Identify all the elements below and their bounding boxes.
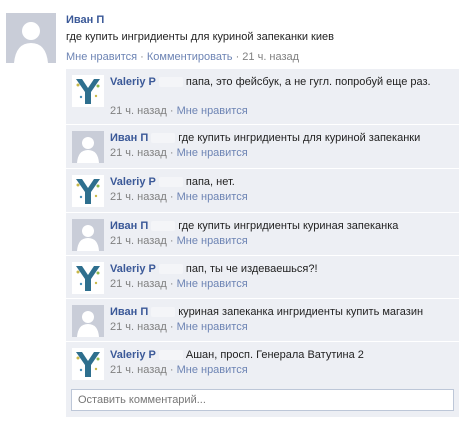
comment-meta: 21 ч. назад · Мне нравится [110, 235, 248, 247]
comment-meta: 21 ч. назад · Мне нравится [110, 278, 248, 290]
silhouette-avatar[interactable] [72, 305, 104, 337]
comment-author[interactable]: Valeriy P [110, 176, 156, 188]
meta-separator: · [137, 51, 147, 63]
comment-meta: 21 ч. назад · Мне нравится [110, 364, 248, 376]
meta-separator: · [166, 321, 177, 333]
comment-text: Ашан, просп. Генерала Ватутина 2 [185, 349, 364, 361]
comment-text: куриная запеканка ингридиенты купить маг… [178, 306, 424, 318]
tree-logo-avatar[interactable] [72, 262, 104, 294]
silhouette-avatar[interactable] [72, 131, 104, 163]
meta-separator: · [166, 235, 177, 247]
comment-author[interactable]: Valeriy P [110, 349, 156, 361]
post-text: где купить ингридиенты для куриной запек… [66, 31, 334, 43]
comment-author[interactable]: Иван П [110, 132, 148, 144]
comment-item: Valeriy P папа, нет. 21 ч. назад · Мне нр… [66, 169, 459, 213]
comment-like-link[interactable]: Мне нравится [177, 364, 248, 376]
comment-meta: 21 ч. назад · Мне нравится [110, 147, 248, 159]
comment-like-link[interactable]: Мне нравится [177, 191, 248, 203]
comment-meta: 21 ч. назад · Мне нравится [110, 105, 248, 117]
redacted-surname [151, 133, 176, 144]
tree-logo-avatar[interactable] [72, 75, 104, 107]
redacted-surname [158, 264, 183, 275]
comment-meta: 21 ч. назад · Мне нравится [110, 191, 248, 203]
meta-separator: · [166, 147, 177, 159]
comment-text: пап, ты че издеваешься?! [185, 263, 318, 275]
comment-item: Valeriy P папа, это фейсбук, а не гугл. п… [66, 69, 459, 125]
redacted-surname [151, 307, 176, 318]
comment-author[interactable]: Valeriy P [110, 76, 156, 88]
comment-like-link[interactable]: Мне нравится [177, 235, 248, 247]
comment-timestamp[interactable]: 21 ч. назад [110, 278, 167, 290]
comment-like-link[interactable]: Мне нравится [177, 105, 248, 117]
comment-text: папа, нет. [185, 176, 235, 188]
comment-author[interactable]: Valeriy P [110, 263, 156, 275]
meta-separator: · [166, 364, 177, 376]
comment-item: Valeriy P Ашан, просп. Генерала Ватутина … [66, 342, 459, 385]
comment-like-link[interactable]: Мне нравится [177, 278, 248, 290]
comment-timestamp[interactable]: 21 ч. назад [110, 364, 167, 376]
comment-timestamp[interactable]: 21 ч. назад [110, 147, 167, 159]
post-like-link[interactable]: Мне нравится [66, 51, 137, 63]
comment-like-link[interactable]: Мне нравится [177, 321, 248, 333]
silhouette-avatar[interactable] [72, 219, 104, 251]
tree-logo-avatar[interactable] [72, 175, 104, 207]
comment-text: где купить ингридиенты для куриной запек… [178, 132, 421, 144]
comment-like-link[interactable]: Мне нравится [177, 147, 248, 159]
comment-author[interactable]: Иван П [110, 220, 148, 232]
comment-item: Иван П где купить ингридиенты куриная зап… [66, 213, 459, 256]
post-meta: Мне нравится · Комментировать · 21 ч. на… [66, 51, 299, 63]
post-timestamp[interactable]: 21 ч. назад [242, 51, 299, 63]
tree-logo-avatar[interactable] [72, 348, 104, 380]
comment-timestamp[interactable]: 21 ч. назад [110, 191, 167, 203]
meta-separator: · [166, 191, 177, 203]
comment-author[interactable]: Иван П [110, 306, 148, 318]
redacted-surname [151, 221, 176, 232]
redacted-surname [158, 77, 183, 88]
comment-input-placeholder: Оставить комментарий... [78, 394, 206, 406]
comment-text: папа, это фейсбук, а не гугл. попробуй е… [185, 76, 431, 88]
meta-separator: · [166, 105, 177, 117]
comment-item: Valeriy P пап, ты че издеваешься?! 21 ч. … [66, 256, 459, 299]
post-author-avatar[interactable] [6, 13, 56, 63]
comment-input[interactable]: Оставить комментарий... [71, 389, 454, 411]
comment-item: Иван П куриная запеканка ингридиенты купи… [66, 299, 459, 342]
comment-list: Valeriy P папа, это фейсбук, а не гугл. п… [66, 69, 459, 385]
post-comment-link[interactable]: Комментировать [147, 51, 233, 63]
comment-item: Иван П где купить ингридиенты для куриной… [66, 125, 459, 169]
comment-timestamp[interactable]: 21 ч. назад [110, 321, 167, 333]
comment-timestamp[interactable]: 21 ч. назад [110, 235, 167, 247]
comment-timestamp[interactable]: 21 ч. назад [110, 105, 167, 117]
comment-meta: 21 ч. назад · Мне нравится [110, 321, 248, 333]
post-author-name[interactable]: Иван П [66, 14, 104, 26]
comment-text: где купить ингридиенты куриная запеканка [178, 220, 399, 232]
redacted-surname [158, 177, 183, 188]
meta-separator: · [232, 51, 243, 63]
meta-separator: · [166, 278, 177, 290]
redacted-surname [158, 350, 183, 361]
